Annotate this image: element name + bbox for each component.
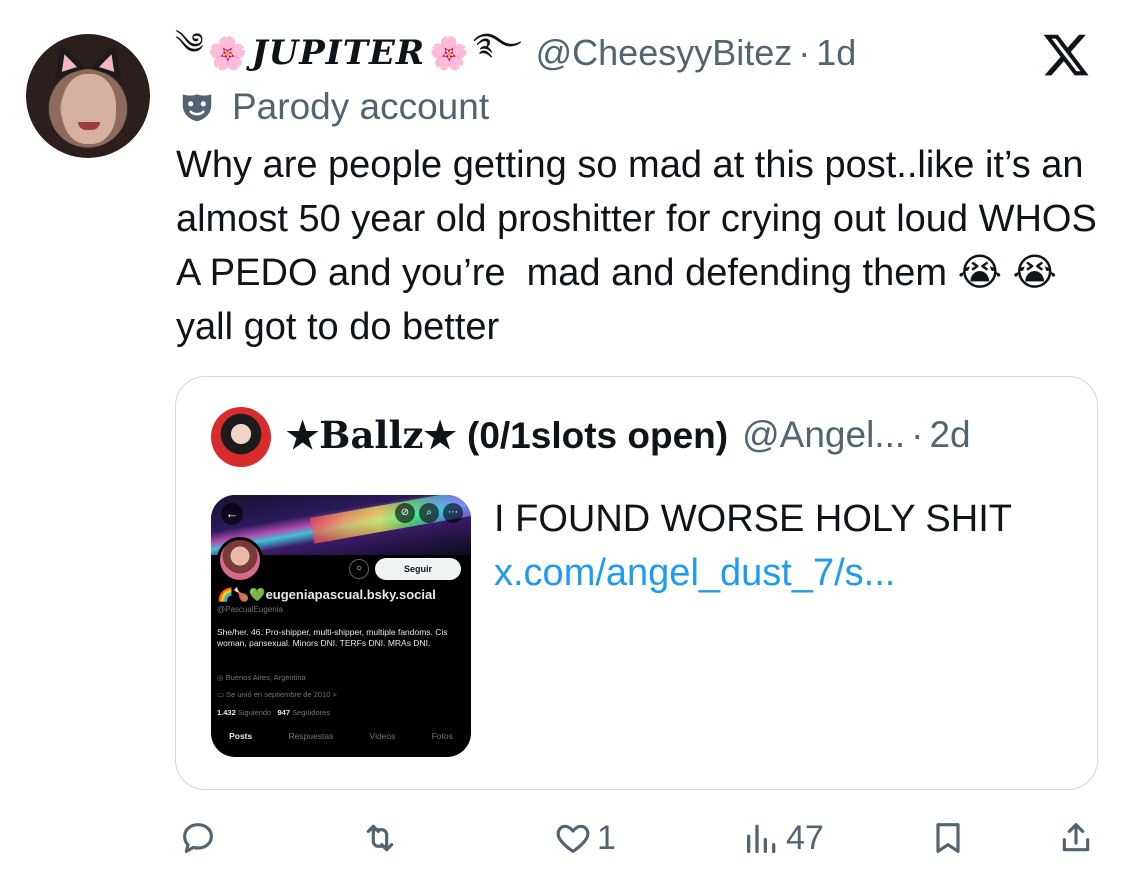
bookmark-button[interactable]	[928, 810, 968, 866]
tweet-header: ༄ 🌸 JUPITER 🌸 ࿐ @CheesyyBitez · 1d	[175, 28, 856, 78]
repost-button[interactable]	[360, 810, 404, 866]
author-avatar[interactable]	[26, 34, 150, 158]
heart-icon	[556, 824, 590, 853]
following-label: Siguiendo	[237, 708, 272, 717]
follow-button: Seguir	[375, 558, 461, 580]
author-display-name[interactable]: JUPITER	[252, 33, 426, 73]
share-icon	[1062, 823, 1090, 852]
following-count: 1.432	[217, 708, 236, 717]
followers-label: Seguidores	[292, 708, 331, 717]
grok-icon: ⊘	[395, 503, 415, 523]
quoted-author-display-name[interactable]: ★Ballz★ (0/1slots open)	[286, 413, 728, 457]
separator-dot: ·	[798, 32, 811, 73]
quoted-tweet-text: I FOUND WORSE HOLY SHIT	[494, 498, 1012, 540]
flower-icon: 🌸	[207, 35, 248, 71]
mask-icon	[182, 94, 212, 122]
profile-tabs: Posts Respuestas Videos Fotos	[211, 731, 471, 741]
profile-avatar	[217, 537, 263, 583]
back-arrow-icon: ←	[221, 503, 243, 525]
views-icon	[747, 824, 776, 853]
quoted-author-avatar[interactable]	[211, 407, 271, 467]
quoted-tweet-header: ★Ballz★ (0/1slots open) @Angel... · 2d	[286, 413, 971, 457]
reply-button[interactable]	[178, 810, 222, 866]
swirl-left-icon: ༄	[175, 28, 204, 61]
star-icon: ★	[423, 413, 457, 457]
like-button[interactable]: 1	[553, 810, 616, 866]
tweet-time[interactable]: 1d	[816, 32, 856, 74]
x-logo-icon	[1043, 34, 1089, 76]
profile-emoji-icon: 🌈🍗💚	[217, 587, 266, 602]
quoted-name-text: Ballz	[319, 413, 424, 457]
search-icon: ⌕	[419, 503, 439, 523]
profile-name-text: eugeniapascual.bsky.social	[265, 587, 436, 602]
separator-dot: ·	[911, 414, 924, 455]
quoted-tweet-link[interactable]: x.com/angel_dust_7/s...	[494, 546, 895, 600]
parody-label-text: Parody account	[232, 86, 490, 127]
followers-count: 947	[277, 708, 291, 717]
author-handle[interactable]: @CheesyyBitez	[536, 32, 793, 74]
profile-name: 🌈🍗💚eugeniapascual.bsky.social	[217, 587, 436, 603]
quoted-media-image[interactable]: ← ⊘ ⌕ ⋯ ○ Seguir 🌈🍗💚eugeniapascual.bsky.…	[211, 495, 471, 757]
profile-handle: @PascualEugenia	[217, 605, 283, 614]
quoted-tweet-time[interactable]: 2d	[929, 414, 970, 456]
quoted-author-handle[interactable]: @Angel...	[742, 414, 905, 456]
calendar-icon: ▭	[217, 690, 227, 699]
reply-icon	[183, 823, 213, 853]
share-button[interactable]	[1056, 810, 1096, 866]
profile-tab: Respuestas	[288, 731, 334, 741]
cat-ear-right	[90, 39, 130, 79]
swirl-right-icon: ࿐	[473, 28, 522, 61]
profile-joined-text: Se unió en septiembre de 2010 >	[226, 690, 337, 699]
action-bar: 1 47	[0, 810, 1125, 870]
cat-ear-left	[46, 39, 86, 79]
profile-bio: She/her. 46. Pro-shipper, multi-shipper,…	[217, 627, 448, 648]
views-button[interactable]: 47	[742, 810, 824, 866]
quoted-tweet[interactable]: ★Ballz★ (0/1slots open) @Angel... · 2d ←…	[175, 376, 1098, 790]
profile-joined: ▭ Se unió en septiembre de 2010 >	[217, 690, 337, 699]
profile-location-text: Buenos Aires, Argentina	[225, 673, 306, 682]
parody-label: Parody account	[178, 86, 489, 128]
repost-icon	[366, 824, 394, 852]
profile-tab: Fotos	[431, 731, 453, 741]
views-count: 47	[786, 818, 824, 857]
profile-stats: 1.432 Siguiendo 947 Seguidores	[217, 708, 330, 717]
profile-tab: Posts	[229, 731, 253, 741]
like-count: 1	[597, 818, 616, 857]
more-icon: ⋯	[443, 503, 463, 523]
tweet-text: Why are people getting so mad at this po…	[176, 144, 1106, 348]
message-icon: ○	[349, 559, 369, 579]
quoted-name-suffix: (0/1slots open)	[467, 415, 729, 456]
flower-icon: 🌸	[429, 35, 470, 71]
star-icon: ★	[286, 413, 320, 457]
location-pin-icon: ◎	[217, 673, 226, 682]
avatar-face	[62, 74, 116, 144]
profile-location: ◎ Buenos Aires, Argentina	[217, 673, 306, 682]
bookmark-icon	[936, 823, 960, 853]
profile-tab: Videos	[369, 731, 396, 741]
